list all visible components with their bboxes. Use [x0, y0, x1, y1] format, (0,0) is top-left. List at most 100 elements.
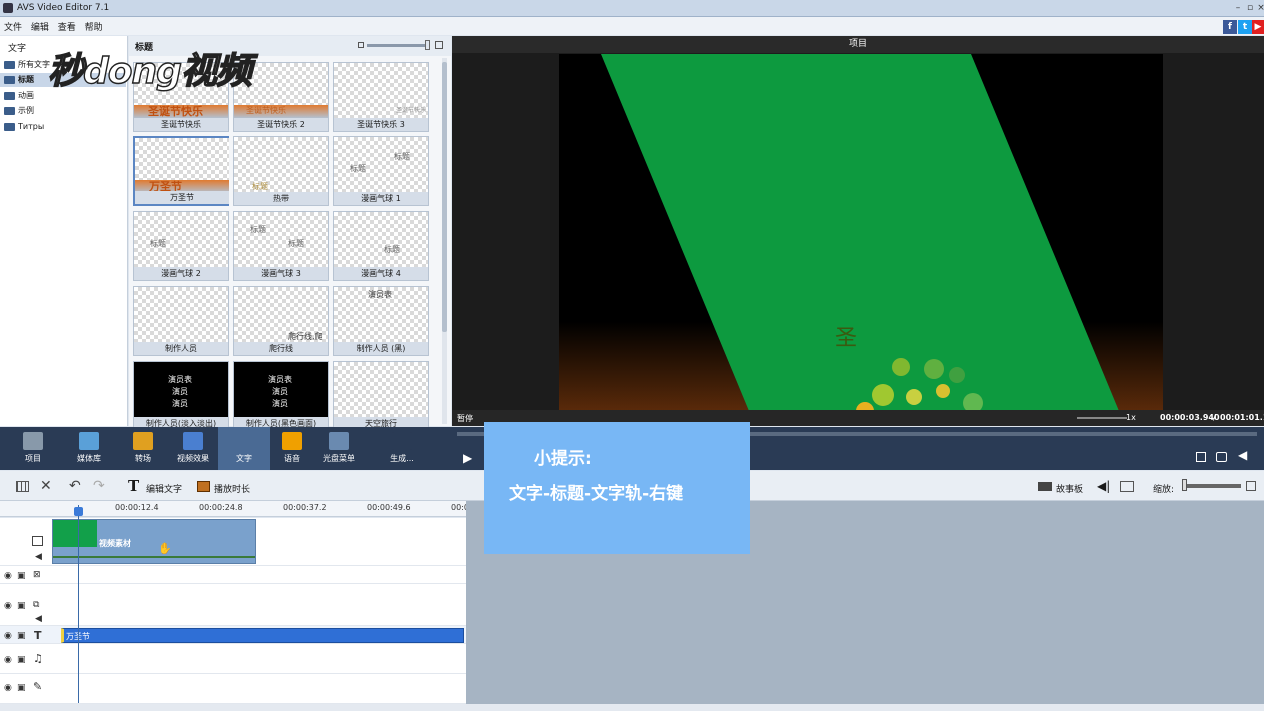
play-icon[interactable]: ▶	[463, 451, 472, 465]
audio-icon[interactable]: ◀|	[1097, 479, 1110, 493]
lock-icon[interactable]: ▣	[17, 655, 26, 665]
slider-handle[interactable]	[425, 40, 430, 50]
gallery-item[interactable]: 演员 演员 演员表 制作人员(淡入淡出)	[133, 361, 229, 431]
fit-icon[interactable]	[1246, 481, 1256, 491]
facebook-icon[interactable]: f	[1223, 20, 1237, 34]
gallery-item[interactable]: 爬行线,爬 爬行线	[233, 286, 329, 356]
playhead[interactable]	[78, 505, 79, 703]
gallery-item[interactable]: 标题 标题 漫画气球 3	[233, 211, 329, 281]
cursor-hand-icon: ✋	[158, 542, 172, 555]
gallery-item[interactable]: 标题 标题 漫画气球 1	[333, 136, 429, 206]
toolbar-button-0[interactable]: 项目	[7, 427, 59, 470]
duration-button[interactable]: 播放时长	[214, 482, 250, 495]
gallery-item[interactable]: 天空旅行	[333, 361, 429, 431]
tree-item-all[interactable]: 所有文字	[4, 58, 50, 72]
text-clip[interactable]: 万圣节	[61, 628, 464, 643]
large-size-icon[interactable]	[435, 41, 443, 49]
edit-text-icon[interactable]: T	[128, 477, 139, 495]
gallery-item-label: 漫画气球 2	[134, 267, 228, 280]
snapshot-icon[interactable]	[1216, 452, 1227, 462]
toolbar-icon	[23, 432, 43, 450]
playback-status: 暂停	[457, 414, 473, 423]
toolbar-icon	[133, 432, 153, 450]
gallery-item[interactable]: 制作人员	[133, 286, 229, 356]
tip-overlay: 小提示: 文字-标题-文字轨-右键	[484, 422, 750, 554]
zoom-slider-handle[interactable]	[1182, 479, 1187, 491]
speaker-icon: ◀	[35, 552, 42, 562]
ruler-tick-label: 00:00:37.2	[283, 503, 327, 512]
volume-icon[interactable]: ◀	[1238, 448, 1247, 462]
toolbar-button-label: 文字	[236, 454, 252, 463]
tree-item-credits[interactable]: Титры	[4, 120, 44, 134]
toolbar-button-3[interactable]: 视频效果	[167, 427, 219, 470]
eye-icon[interactable]: ◉	[4, 683, 12, 693]
scrollbar-thumb[interactable]	[442, 62, 447, 332]
menu-file[interactable]: 文件	[4, 20, 22, 33]
storyboard-icon[interactable]	[1038, 482, 1052, 491]
redo-icon[interactable]: ↷	[93, 478, 105, 494]
music-track	[0, 644, 466, 674]
folder-icon	[4, 123, 15, 131]
credit-line: 演员	[172, 387, 188, 396]
gallery-item[interactable]: 标题 漫画气球 4	[333, 211, 429, 281]
playhead-marker[interactable]	[74, 507, 83, 516]
toolbar-button-5[interactable]: 语音	[266, 427, 318, 470]
eye-icon[interactable]: ◉	[4, 601, 12, 611]
delete-icon[interactable]: ✕	[40, 478, 52, 494]
gallery-item-preview-text: 标题	[150, 239, 166, 248]
gallery-item[interactable]: 圣诞节快乐 圣诞节快乐 3	[333, 62, 429, 132]
twitter-icon[interactable]: t	[1238, 20, 1252, 34]
undo-icon[interactable]: ↶	[69, 478, 81, 494]
gallery-item[interactable]: 演员表 制作人员 (黑)	[333, 286, 429, 356]
storyboard-button[interactable]: 故事板	[1056, 482, 1083, 495]
toolbar-button-1[interactable]: 媒体库	[63, 427, 115, 470]
tip-body: 文字-标题-文字轨-右键	[509, 484, 684, 504]
duration-icon[interactable]	[197, 481, 210, 492]
gallery-scrollbar[interactable]	[442, 58, 447, 424]
grid-view-icon[interactable]	[16, 481, 29, 492]
lock-icon[interactable]: ▣	[17, 601, 26, 611]
total-time: 00:01:01.182	[1220, 413, 1264, 422]
gallery-item[interactable]: 万圣节 万圣节	[133, 136, 229, 206]
youtube-icon[interactable]: ▶	[1252, 20, 1264, 34]
gallery-item[interactable]: 演员 演员 演员表 制作人员(黑色画面)	[233, 361, 329, 431]
menu-edit[interactable]: 编辑	[31, 20, 49, 33]
gallery-item[interactable]: 标题 热带	[233, 136, 329, 206]
gallery-item[interactable]: 标题漫画气球 2	[133, 211, 229, 281]
toolbar-button-7[interactable]: 生成...	[376, 427, 428, 470]
toolbar-button-6[interactable]: 光盘菜单	[313, 427, 365, 470]
display-icon[interactable]	[1120, 481, 1134, 492]
eye-icon[interactable]: ◉	[4, 631, 12, 641]
toolbar-button-label: 生成...	[390, 454, 414, 463]
window-title: AVS Video Editor 7.1	[17, 3, 110, 13]
tree-item-animation[interactable]: 动画	[4, 89, 34, 103]
eye-icon[interactable]: ◉	[4, 571, 12, 581]
lock-icon[interactable]: ▣	[17, 571, 26, 581]
credit-line: 演员	[172, 399, 188, 408]
gallery-item-preview: 爬行线,爬	[234, 287, 328, 343]
small-size-icon[interactable]	[358, 42, 364, 48]
speed-slider[interactable]	[1077, 417, 1127, 419]
lock-icon[interactable]: ▣	[17, 631, 26, 641]
gallery-item-preview-text: 爬行线,爬	[288, 332, 323, 341]
menu-view[interactable]: 查看	[58, 20, 76, 33]
close-button[interactable]: ×	[1255, 2, 1264, 14]
eye-icon[interactable]: ◉	[4, 655, 12, 665]
video-clip[interactable]: 视频素材	[52, 519, 256, 564]
zoom-slider[interactable]	[1183, 484, 1241, 488]
thumbnail-size-slider[interactable]	[367, 44, 429, 47]
lock-icon[interactable]: ▣	[17, 683, 26, 693]
fullscreen-icon[interactable]	[1196, 452, 1206, 462]
tree-item-examples[interactable]: 示例	[4, 104, 34, 118]
ruler-tick-label: 00:00:49.6	[367, 503, 411, 512]
gallery-item-preview-text: 标题	[250, 225, 266, 234]
edit-text-button[interactable]: 编辑文字	[146, 482, 182, 495]
gallery-item-preview-text: 演员表	[268, 375, 292, 384]
credit-line: 演员	[272, 399, 288, 408]
menu-help[interactable]: 帮助	[85, 20, 103, 33]
toolbar-button-4[interactable]: 文字	[218, 427, 270, 470]
speed-value: 1x	[1126, 413, 1136, 422]
timeline-scrollbar[interactable]	[0, 704, 1264, 711]
toolbar-button-2[interactable]: 转场	[117, 427, 169, 470]
minimize-button[interactable]: –	[1232, 2, 1244, 14]
